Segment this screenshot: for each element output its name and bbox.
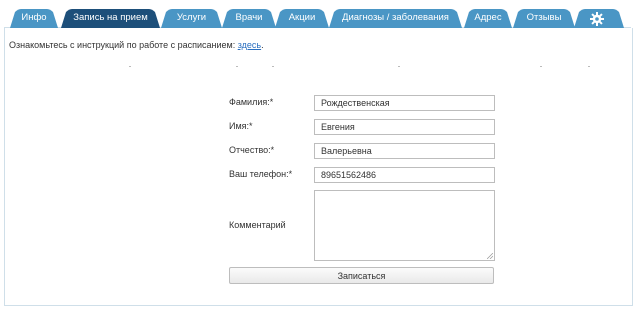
patronymic-field[interactable]	[314, 143, 495, 159]
divider-dot	[588, 66, 590, 67]
last-name-label: Фамилия:*	[229, 97, 274, 107]
instructions-line: Ознакомьтесь с инструкций по работе с ра…	[9, 40, 264, 50]
divider-dot	[398, 66, 400, 67]
tab-bar: Инфо Запись на прием Услуги Врачи Акции Диагн…	[0, 0, 639, 28]
tab-1[interactable]: Запись на прием	[61, 11, 160, 25]
divider-dot	[272, 66, 274, 67]
tab-2[interactable]: Услуги	[161, 11, 222, 25]
instructions-text: Ознакомьтесь с инструкций по работе с ра…	[9, 40, 236, 50]
gear-icon[interactable]	[589, 11, 605, 27]
phone-field[interactable]	[314, 167, 495, 183]
divider-dot	[236, 66, 238, 67]
divider-dot	[129, 66, 131, 67]
tab-5[interactable]: Диагнозы / заболевания	[329, 11, 462, 25]
tab-4[interactable]: Акции	[275, 11, 329, 25]
last-name-field[interactable]	[314, 95, 495, 111]
divider-dot	[540, 66, 542, 67]
resize-grip-icon[interactable]	[487, 253, 493, 259]
tab-6[interactable]: Адрес	[464, 11, 512, 25]
tab-3[interactable]: Врачи	[222, 11, 276, 25]
patronymic-label: Отчество:*	[229, 145, 275, 155]
tab-7[interactable]: Отзывы	[513, 11, 575, 25]
tab-0[interactable]: Инфо	[10, 11, 58, 25]
first-name-label: Имя:*	[229, 121, 253, 131]
instructions-suffix: .	[261, 40, 264, 50]
first-name-field[interactable]	[314, 119, 495, 135]
submit-button[interactable]: Записаться	[229, 267, 494, 284]
phone-label: Ваш телефон:*	[229, 169, 293, 179]
comment-field[interactable]	[314, 190, 495, 261]
comment-label: Комментарий	[229, 220, 286, 230]
instructions-link[interactable]: здесь	[238, 40, 261, 50]
